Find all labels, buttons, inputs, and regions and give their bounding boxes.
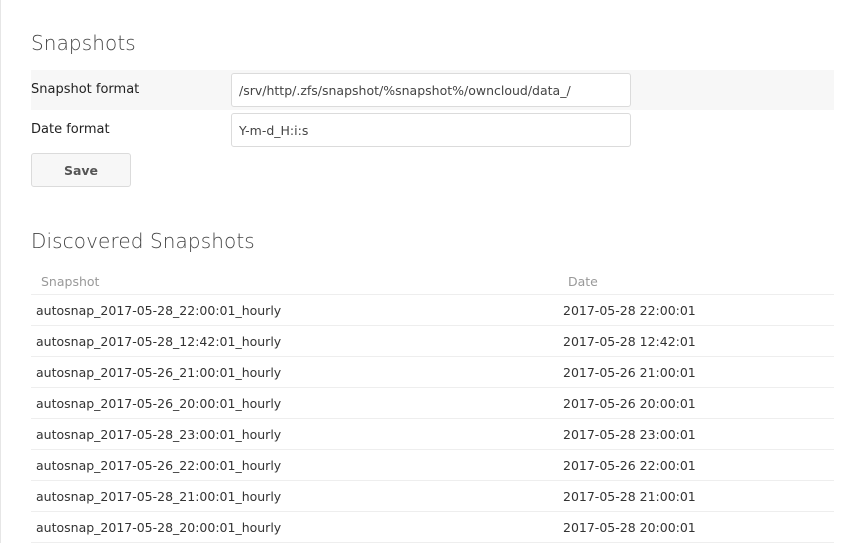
snapshot-format-label: Snapshot format	[31, 82, 140, 97]
table-row: autosnap_2017-05-28_22:00:01_hourly 2017…	[31, 295, 834, 326]
column-header-date: Date	[568, 274, 598, 289]
table-row: autosnap_2017-05-28_12:42:01_hourly 2017…	[31, 326, 834, 357]
table-row: autosnap_2017-05-28_23:00:01_hourly 2017…	[31, 419, 834, 450]
snapshot-name-cell: autosnap_2017-05-28_12:42:01_hourly	[36, 334, 282, 349]
snapshot-name-cell: autosnap_2017-05-28_22:00:01_hourly	[36, 303, 282, 318]
snapshot-name-cell: autosnap_2017-05-26_20:00:01_hourly	[36, 396, 282, 411]
snapshot-name-cell: autosnap_2017-05-26_21:00:01_hourly	[36, 365, 282, 380]
snapshot-date-cell: 2017-05-26 22:00:01	[563, 458, 696, 473]
table-row: autosnap_2017-05-26_22:00:01_hourly 2017…	[31, 450, 834, 481]
table-header: Snapshot Date	[31, 264, 834, 295]
snapshot-date-cell: 2017-05-28 21:00:01	[563, 489, 696, 504]
snapshot-name-cell: autosnap_2017-05-26_22:00:01_hourly	[36, 458, 282, 473]
table-row: autosnap_2017-05-26_21:00:01_hourly 2017…	[31, 357, 834, 388]
save-button[interactable]: Save	[31, 153, 131, 187]
snapshot-format-row: Snapshot format	[31, 70, 834, 110]
date-format-row: Date format	[31, 110, 834, 150]
date-format-label: Date format	[31, 122, 110, 137]
snapshot-format-input[interactable]	[231, 73, 631, 107]
snapshot-date-cell: 2017-05-28 20:00:01	[563, 520, 696, 535]
snapshot-date-cell: 2017-05-28 22:00:01	[563, 303, 696, 318]
snapshot-date-cell: 2017-05-28 12:42:01	[563, 334, 696, 349]
date-format-input[interactable]	[231, 113, 631, 147]
snapshot-name-cell: autosnap_2017-05-28_21:00:01_hourly	[36, 489, 282, 504]
discovered-snapshots-table: Snapshot Date autosnap_2017-05-28_22:00:…	[31, 264, 834, 543]
table-row: autosnap_2017-05-28_20:00:01_hourly 2017…	[31, 512, 834, 543]
snapshot-name-cell: autosnap_2017-05-28_23:00:01_hourly	[36, 427, 282, 442]
snapshot-date-cell: 2017-05-26 21:00:01	[563, 365, 696, 380]
discovered-snapshots-title: Discovered Snapshots	[31, 229, 255, 253]
snapshots-section-title: Snapshots	[31, 31, 136, 55]
settings-page: Snapshots Snapshot format Date format Sa…	[0, 0, 854, 543]
snapshot-date-cell: 2017-05-26 20:00:01	[563, 396, 696, 411]
column-header-snapshot: Snapshot	[41, 274, 100, 289]
table-row: autosnap_2017-05-26_20:00:01_hourly 2017…	[31, 388, 834, 419]
left-divider	[0, 0, 1, 543]
table-row: autosnap_2017-05-28_21:00:01_hourly 2017…	[31, 481, 834, 512]
snapshot-date-cell: 2017-05-28 23:00:01	[563, 427, 696, 442]
snapshot-name-cell: autosnap_2017-05-28_20:00:01_hourly	[36, 520, 282, 535]
